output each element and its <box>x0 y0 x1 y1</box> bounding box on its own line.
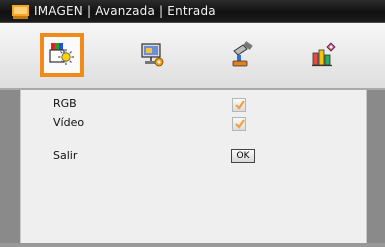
tab-image[interactable] <box>40 33 84 77</box>
tab-display[interactable] <box>130 33 174 77</box>
checkmark-icon <box>235 119 245 129</box>
rgb-label: RGB <box>53 97 77 110</box>
tab-setup[interactable] <box>220 33 264 77</box>
title-bar: IMAGEN | Avanzada | Entrada <box>0 0 385 23</box>
rgb-checkbox[interactable] <box>232 98 246 112</box>
menu-tab-bar <box>0 23 385 90</box>
options-icon <box>310 41 338 69</box>
exit-label: Salir <box>53 149 78 162</box>
setup-tools-icon <box>228 41 256 69</box>
display-settings-icon <box>138 41 166 69</box>
menu-bottom-border <box>0 243 385 247</box>
osd-menu-window: IMAGEN | Avanzada | Entrada RGB Vídeo Sa… <box>0 0 385 247</box>
video-checkbox[interactable] <box>232 117 246 131</box>
video-label: Vídeo <box>53 116 85 129</box>
image-settings-icon <box>48 41 76 69</box>
projector-menu-icon <box>12 4 29 19</box>
input-settings-panel: RGB Vídeo Salir OK <box>20 90 367 247</box>
tab-options[interactable] <box>302 33 346 77</box>
menu-breadcrumb-title: IMAGEN | Avanzada | Entrada <box>34 4 216 18</box>
checkmark-icon <box>235 100 245 110</box>
ok-button[interactable]: OK <box>231 149 255 163</box>
